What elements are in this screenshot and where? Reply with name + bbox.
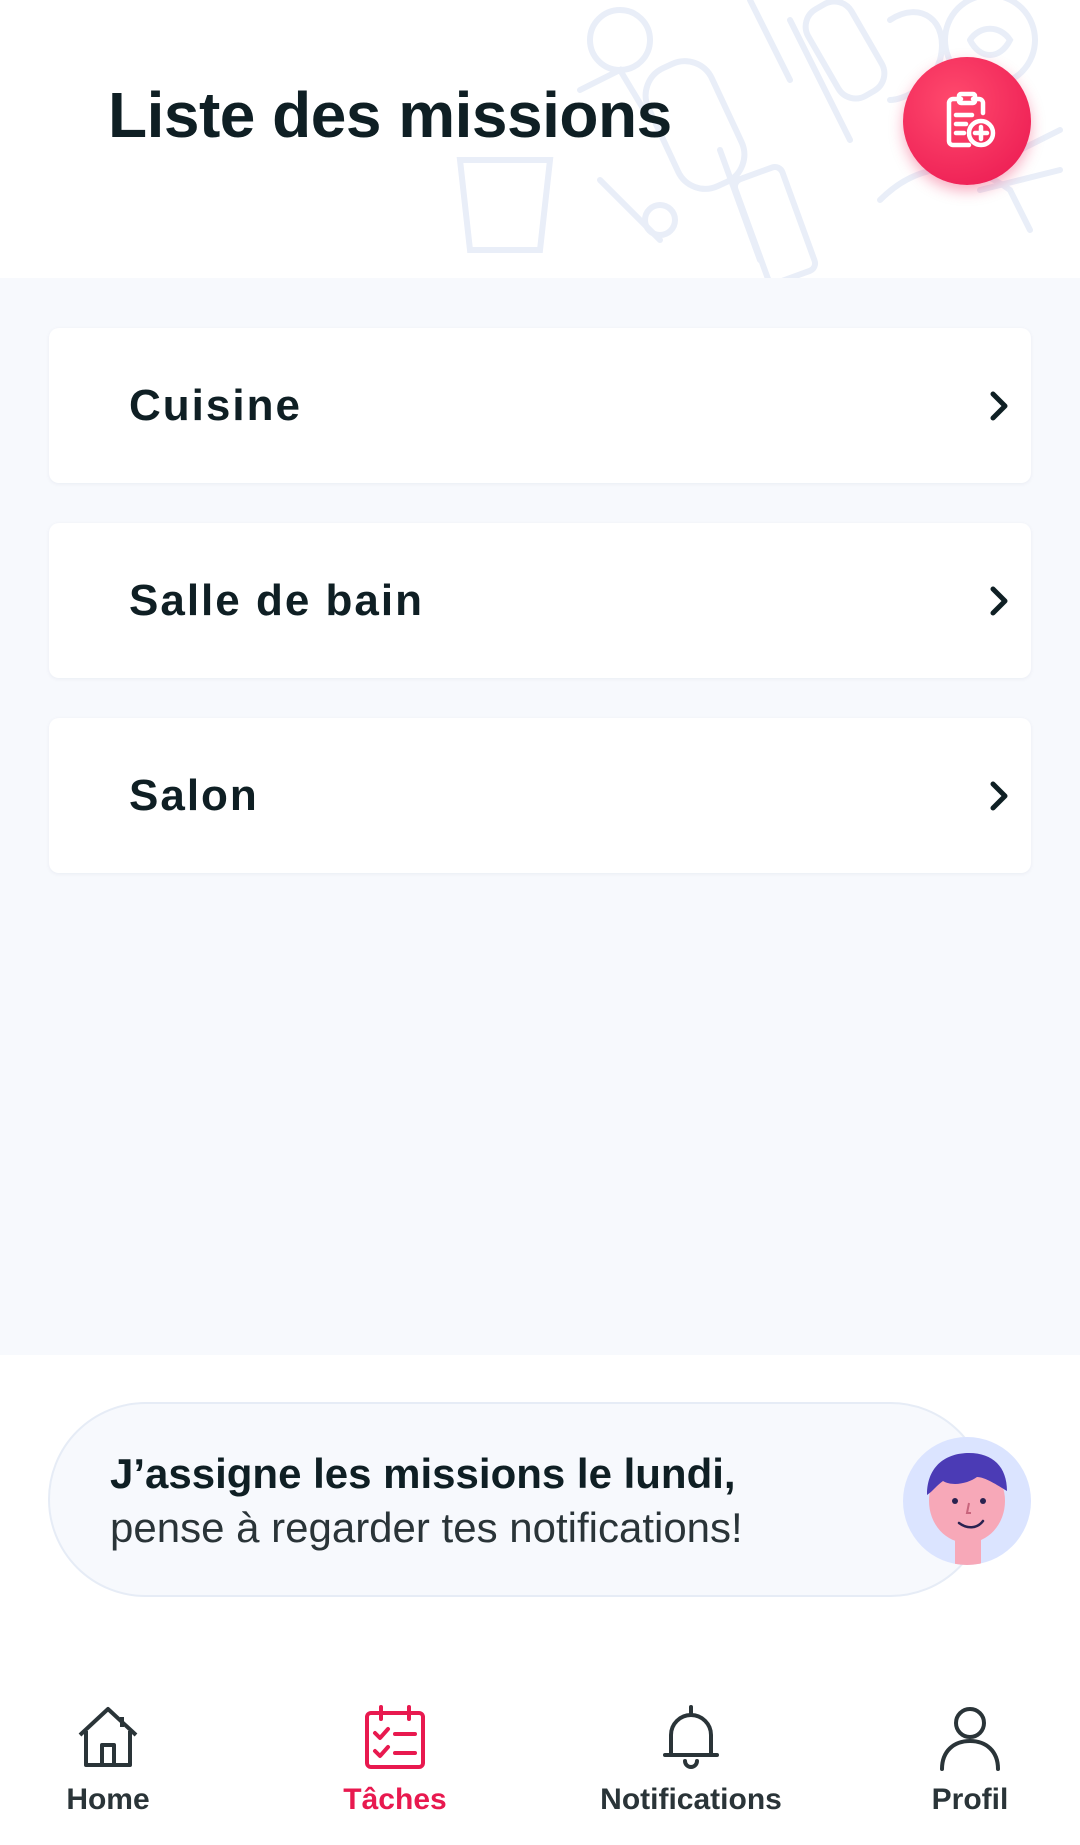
tab-label: Tâches xyxy=(343,1783,447,1816)
boy-avatar-illustration xyxy=(927,1453,1007,1565)
tip-line-normal: pense à regarder tes notifications! xyxy=(110,1504,743,1551)
tab-taches[interactable]: Tâches xyxy=(330,1677,460,1845)
bottom-tab-bar: Home Tâches Notifications Profil xyxy=(0,1677,1080,1845)
tip-line-bold: J’assigne les missions le lundi, xyxy=(110,1450,736,1497)
clipboard-add-icon xyxy=(946,91,996,148)
chevron-right-icon xyxy=(990,391,1008,420)
header: Liste des missions xyxy=(0,0,1080,278)
boy-avatar xyxy=(903,1437,1031,1565)
user-icon xyxy=(940,1707,1000,1771)
tip-bubble: J’assigne les missions le lundi, pense à… xyxy=(48,1402,988,1597)
mission-item-salle-de-bain[interactable]: Salle de bain xyxy=(49,523,1031,678)
tab-label: Notifications xyxy=(600,1783,782,1816)
add-mission-button[interactable] xyxy=(903,57,1031,185)
bell-icon xyxy=(663,1705,719,1769)
chevron-right-icon xyxy=(990,781,1008,810)
tab-label: Profil xyxy=(931,1783,1009,1816)
mission-label: Cuisine xyxy=(129,380,302,430)
tab-notifications[interactable]: Notifications xyxy=(596,1677,786,1845)
tip-area: J’assigne les missions le lundi, pense à… xyxy=(0,1355,1080,1677)
mission-label: Salon xyxy=(129,770,259,820)
mission-item-salon[interactable]: Salon xyxy=(49,718,1031,873)
tab-label: Home xyxy=(66,1783,150,1816)
page-title: Liste des missions xyxy=(108,79,672,151)
mission-item-cuisine[interactable]: Cuisine xyxy=(49,328,1031,483)
missions-list: Cuisine Salle de bain Salon xyxy=(0,278,1080,1355)
tab-home[interactable]: Home xyxy=(48,1677,168,1845)
tab-profil[interactable]: Profil xyxy=(920,1677,1020,1845)
calendar-checklist-icon xyxy=(365,1705,425,1769)
chevron-right-icon xyxy=(990,586,1008,615)
home-icon xyxy=(78,1707,138,1767)
mission-label: Salle de bain xyxy=(129,575,424,625)
